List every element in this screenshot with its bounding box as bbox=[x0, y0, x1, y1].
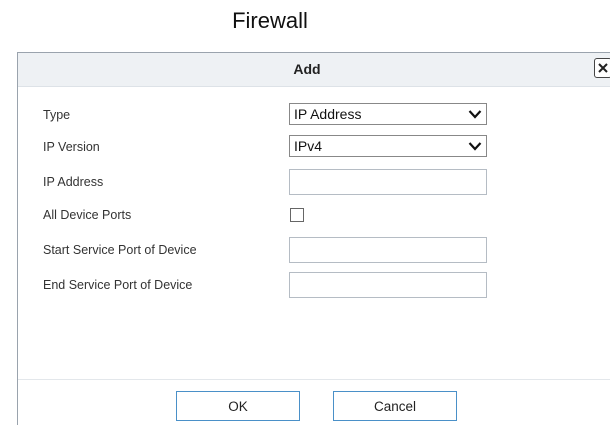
start-service-port-label: Start Service Port of Device bbox=[43, 243, 197, 257]
add-dialog: Add Type IP Address IP Version IPv4 IP A… bbox=[17, 52, 610, 425]
type-select[interactable]: IP Address bbox=[289, 103, 487, 125]
ip-version-label: IP Version bbox=[43, 140, 100, 154]
end-service-port-label: End Service Port of Device bbox=[43, 278, 193, 292]
ip-version-select-value: IPv4 bbox=[294, 138, 323, 154]
chevron-down-icon bbox=[468, 110, 482, 119]
ip-address-input[interactable] bbox=[289, 169, 487, 195]
start-service-port-row: Start Service Port of Device bbox=[18, 237, 610, 263]
ip-version-row: IP Version IPv4 bbox=[18, 134, 610, 160]
end-service-port-input[interactable] bbox=[289, 272, 487, 298]
start-service-port-input[interactable] bbox=[289, 237, 487, 263]
ok-button[interactable]: OK bbox=[176, 391, 300, 421]
ip-address-label: IP Address bbox=[43, 175, 104, 189]
page-title: Firewall bbox=[232, 8, 308, 33]
type-row: Type IP Address bbox=[18, 102, 610, 128]
dialog-title: Add bbox=[293, 61, 321, 77]
type-label: Type bbox=[43, 108, 71, 122]
all-device-ports-label: All Device Ports bbox=[43, 208, 132, 222]
all-device-ports-checkbox[interactable] bbox=[290, 208, 304, 222]
end-service-port-row: End Service Port of Device bbox=[18, 272, 610, 298]
cancel-button[interactable]: Cancel bbox=[333, 391, 457, 421]
close-icon bbox=[598, 63, 608, 73]
all-device-ports-row: All Device Ports bbox=[18, 202, 610, 228]
firewall-page: Firewall Add Type IP Address IP Version bbox=[0, 0, 610, 425]
type-select-value: IP Address bbox=[294, 106, 362, 122]
ip-address-row: IP Address bbox=[18, 169, 610, 195]
dialog-footer: OK Cancel bbox=[18, 379, 610, 425]
dialog-header: Add bbox=[18, 53, 610, 87]
ip-version-select[interactable]: IPv4 bbox=[289, 135, 487, 157]
close-button[interactable] bbox=[594, 58, 610, 78]
chevron-down-icon bbox=[468, 142, 482, 151]
